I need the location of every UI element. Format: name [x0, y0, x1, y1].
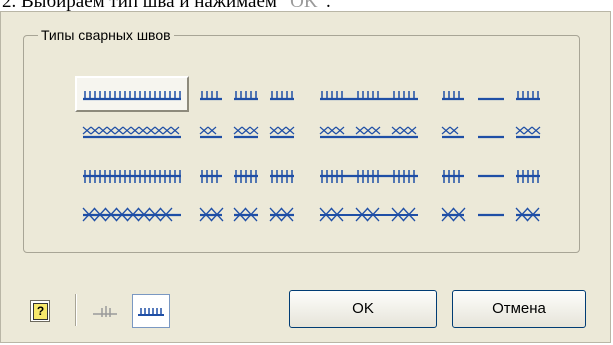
front-view-button[interactable]: [132, 294, 170, 328]
weld-seam-tick-icon: [442, 91, 540, 101]
seam-type-4-1-button[interactable]: [75, 197, 189, 233]
weld-seam-cross-small-icon: [319, 126, 418, 139]
seam-type-2-4-button[interactable]: [434, 113, 548, 149]
seam-type-3-4-button[interactable]: [434, 158, 548, 194]
seam-type-2-2-button[interactable]: [192, 113, 306, 149]
toolbar-separator: [75, 294, 77, 326]
weld-seam-hash-icon: [200, 170, 294, 183]
seam-type-1-2-button[interactable]: [192, 76, 306, 112]
weld-seam-cross-small-icon: [199, 126, 295, 139]
weld-seam-tick-icon: [320, 91, 418, 101]
weld-seam-cross-large-icon: [441, 207, 540, 222]
help-button[interactable]: ?: [30, 300, 50, 322]
seam-type-4-3-button[interactable]: [312, 197, 426, 233]
seam-type-2-1-button[interactable]: [75, 113, 189, 149]
group-title: Типы сварных швов: [38, 27, 174, 43]
weld-seam-tick-icon: [83, 91, 181, 101]
help-icon: ?: [33, 303, 48, 320]
weld-seam-hash-icon: [83, 170, 181, 183]
weld-seam-cross-large-icon: [319, 207, 418, 222]
seam-type-3-1-button[interactable]: [75, 158, 189, 194]
seam-type-4-4-button[interactable]: [434, 197, 548, 233]
weld-seam-cross-large-icon: [82, 207, 181, 222]
seam-side-view-icon: [93, 306, 117, 317]
seam-type-2-3-button[interactable]: [312, 113, 426, 149]
seam-type-1-3-button[interactable]: [312, 76, 426, 112]
seam-front-view-icon: [138, 308, 164, 316]
weld-seam-cross-small-icon: [441, 126, 541, 139]
side-view-button[interactable]: [86, 294, 124, 328]
seam-type-4-2-button[interactable]: [192, 197, 306, 233]
weld-seam-hash-icon: [442, 170, 540, 183]
weld-seam-hash-icon: [320, 170, 418, 183]
weld-seam-tick-icon: [200, 91, 294, 101]
seam-type-3-2-button[interactable]: [192, 158, 306, 194]
weld-seam-cross-small-icon: [82, 126, 181, 139]
weld-seam-cross-large-icon: [199, 207, 294, 222]
seam-type-1-4-button[interactable]: [434, 76, 548, 112]
cancel-button[interactable]: Отмена: [452, 290, 586, 328]
seam-type-1-1-button[interactable]: [75, 76, 189, 112]
seam-type-3-3-button[interactable]: [312, 158, 426, 194]
ok-button[interactable]: OK: [289, 290, 437, 328]
